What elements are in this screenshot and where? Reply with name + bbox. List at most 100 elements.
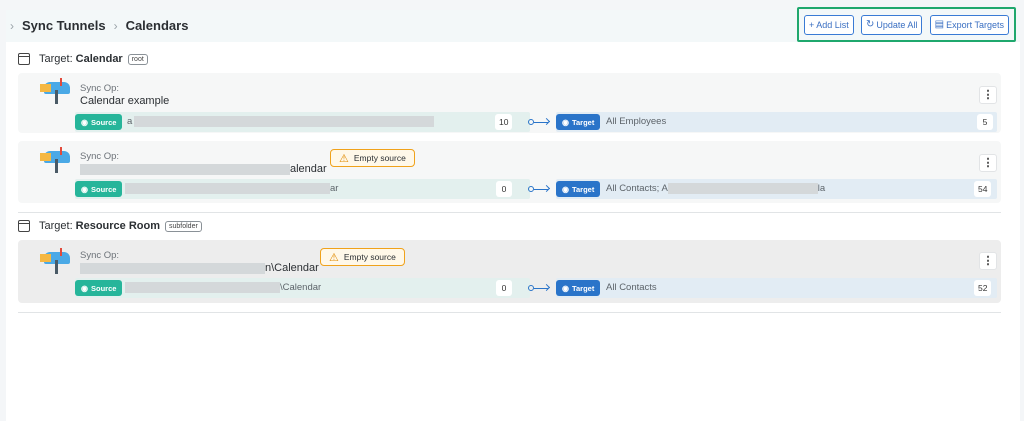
eye-icon: ◉ — [81, 283, 88, 293]
calendar-icon — [18, 53, 30, 65]
mailbox-icon — [40, 147, 72, 173]
mailbox-icon — [40, 78, 72, 104]
sync-op-label: Sync Op: — [80, 151, 120, 162]
source-count: 0 — [496, 280, 512, 296]
section-divider — [18, 212, 1001, 213]
eye-icon: ◉ — [562, 184, 569, 194]
target-pill[interactable]: ◉ Target — [556, 114, 601, 130]
breadcrumb-current: Calendars — [125, 18, 189, 33]
calendar-icon — [18, 220, 30, 232]
source-path-suffix: \Calendar — [280, 282, 322, 294]
redacted-block — [80, 262, 265, 274]
target-pill-label: Target — [571, 117, 595, 127]
source-pill-label: Source — [90, 184, 117, 194]
source-pill-label: Source — [90, 283, 117, 293]
target-bar: ◉ Target All Contacts; A la 54 — [556, 179, 997, 199]
sync-op-card: Sync Op: alendar ⚠ Empty source ⋮ ◉ Source… — [18, 141, 1001, 203]
target-count: 5 — [977, 114, 993, 130]
sync-arrow-icon — [528, 184, 552, 194]
target-bar: ◉ Target All Contacts 52 — [556, 278, 997, 298]
target-pill-label: Target — [571, 184, 595, 194]
page-header: › Sync Tunnels › Calendars + Add List ↻ U… — [6, 7, 1020, 42]
source-pill-label: Source — [90, 117, 117, 127]
mailbox-icon — [40, 248, 72, 274]
target-count: 52 — [974, 280, 992, 296]
source-count: 0 — [496, 181, 512, 197]
refresh-icon: ↻ — [866, 19, 875, 30]
target-name: Resource Room — [75, 220, 160, 232]
target-list-suffix: la — [817, 183, 826, 195]
eye-icon: ◉ — [562, 117, 569, 127]
redacted-block — [134, 116, 435, 127]
redacted-block — [80, 163, 290, 175]
target-list-prefix: All Contacts; A — [606, 183, 668, 195]
redacted-block — [667, 183, 818, 194]
target-header-calendar: Target: Calendar root — [18, 53, 148, 65]
document-icon: ▤ — [934, 19, 945, 30]
source-bar: ◉ Source ar 0 — [75, 179, 530, 199]
export-targets-button[interactable]: ▤ Export Targets — [929, 14, 1009, 35]
source-path: \Calendar — [125, 282, 321, 293]
sync-op-name-suffix: n\Calendar — [265, 262, 319, 274]
empty-source-label: Empty source — [353, 153, 406, 163]
target-list-text: All Contacts; A la — [606, 183, 825, 194]
sync-op-card: Sync Op: n\Calendar ⚠ Empty source ⋮ ◉ Sou… — [18, 240, 1001, 303]
eye-icon: ◉ — [81, 184, 88, 194]
sync-op-label: Sync Op: — [80, 250, 120, 261]
target-prefix: Target: — [39, 53, 73, 65]
more-options-icon[interactable]: ⋮ — [979, 86, 997, 104]
source-bar: ◉ Source \Calendar 0 — [75, 278, 530, 298]
sync-op-name-suffix: alendar — [290, 163, 327, 175]
redacted-block — [125, 282, 280, 293]
sync-arrow-icon — [528, 283, 552, 293]
source-pill[interactable]: ◉ Source — [75, 280, 123, 296]
target-header-resource-room: Target: Resource Room subfolder — [18, 220, 202, 232]
source-path-text: a — [127, 116, 133, 128]
toolbar-actions: + Add List ↻ Update All ▤ Export Targets — [797, 7, 1016, 42]
update-all-button[interactable]: ↻ Update All — [861, 14, 923, 35]
breadcrumb: › Sync Tunnels › Calendars — [10, 18, 188, 33]
warning-icon: ⚠ — [329, 251, 339, 264]
target-tag: root — [127, 53, 148, 65]
chevron-right-icon: › — [113, 18, 118, 33]
sync-op-name: alendar — [80, 163, 327, 175]
add-list-label: + Add List — [809, 19, 849, 30]
target-name: Calendar — [75, 53, 123, 65]
sync-op-card: Sync Op: Calendar example ⋮ ◉ Source a 10… — [18, 73, 1001, 133]
page: › Sync Tunnels › Calendars + Add List ↻ U… — [6, 7, 1020, 421]
source-pill[interactable]: ◉ Source — [75, 114, 123, 130]
source-path: a — [127, 116, 435, 128]
target-list-text: All Employees — [606, 116, 667, 127]
sync-op-name: Calendar example — [80, 95, 170, 107]
eye-icon: ◉ — [562, 283, 569, 293]
update-all-label: Update All — [876, 19, 918, 30]
sync-arrow-icon — [528, 117, 552, 127]
target-pill[interactable]: ◉ Target — [556, 280, 601, 296]
target-list-text: All Contacts — [606, 282, 657, 293]
target-count: 54 — [974, 181, 992, 197]
more-options-icon[interactable]: ⋮ — [979, 252, 997, 270]
target-tag: subfolder — [165, 220, 202, 232]
chevron-right-icon: › — [10, 18, 14, 33]
eye-icon: ◉ — [81, 117, 88, 127]
target-prefix: Target: — [39, 220, 73, 232]
target-bar: ◉ Target All Employees 5 — [556, 112, 997, 132]
source-pill[interactable]: ◉ Source — [75, 181, 123, 197]
source-count: 10 — [495, 114, 513, 130]
section-divider — [18, 312, 1001, 313]
empty-source-badge: ⚠ Empty source — [320, 248, 405, 266]
empty-source-badge: ⚠ Empty source — [330, 149, 415, 167]
add-list-button[interactable]: + Add List — [804, 14, 854, 35]
redacted-block — [125, 183, 330, 194]
source-bar: ◉ Source a 10 — [75, 112, 530, 132]
sync-op-label: Sync Op: — [80, 83, 120, 94]
source-path: ar — [125, 183, 338, 194]
breadcrumb-root[interactable]: Sync Tunnels — [22, 18, 106, 33]
source-path-suffix: ar — [330, 183, 339, 195]
more-options-icon[interactable]: ⋮ — [979, 154, 997, 172]
export-targets-label: Export Targets — [946, 19, 1004, 30]
target-pill-label: Target — [571, 283, 595, 293]
warning-icon: ⚠ — [339, 152, 349, 165]
target-pill[interactable]: ◉ Target — [556, 181, 601, 197]
empty-source-label: Empty source — [343, 252, 396, 262]
